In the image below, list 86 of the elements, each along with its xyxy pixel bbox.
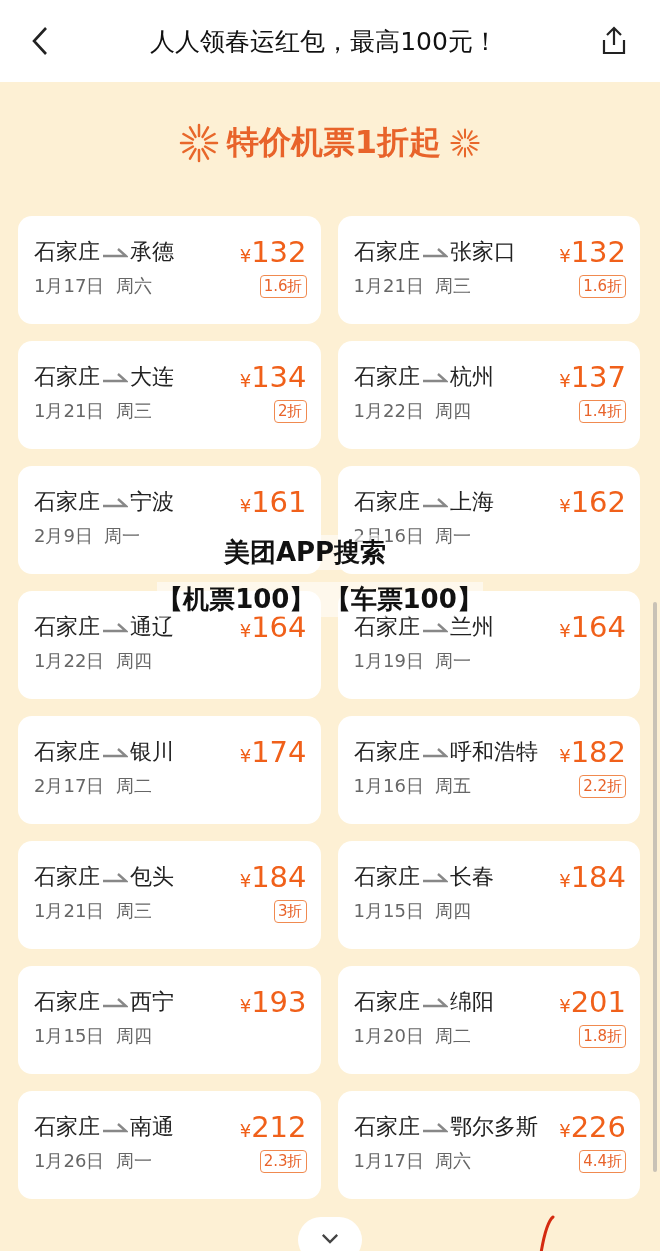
sparkle-icon: [178, 123, 219, 163]
origin-city: 石家庄: [34, 1113, 100, 1141]
flight-date: 1月17日 周六: [353, 1149, 472, 1173]
flight-date: 1月17日 周六: [34, 274, 152, 298]
origin-city: 石家庄: [34, 988, 100, 1016]
fare-card[interactable]: 石家庄 大连 ¥134 1月21日 周三 2折: [18, 341, 321, 449]
fare-card[interactable]: 石家庄 杭州 ¥137 1月22日 周四 1.4折: [337, 341, 640, 449]
destination-city: 银川: [130, 738, 174, 766]
fare-price: ¥164: [559, 610, 626, 644]
destination-city: 承德: [130, 238, 174, 266]
fare-price: ¥193: [239, 985, 307, 1019]
fare-price: ¥134: [239, 360, 307, 394]
fare-price: ¥174: [239, 735, 307, 769]
fare-card[interactable]: 石家庄 绵阳 ¥201 1月20日 周二 1.8折: [337, 966, 640, 1074]
destination-city: 绵阳: [449, 988, 494, 1016]
flight-date: 1月21日 周三: [34, 399, 152, 423]
origin-city: 石家庄: [353, 988, 420, 1016]
fare-card[interactable]: 石家庄 长春 ¥184 1月15日 周四: [337, 841, 640, 949]
destination-city: 张家口: [449, 238, 516, 266]
flight-date: 1月15日 周四: [34, 1024, 152, 1048]
discount-tag: 1.6折: [259, 274, 307, 298]
page-title: 人人领春运红包，最高100元！: [149, 25, 499, 58]
fare-card[interactable]: 石家庄 西宁 ¥193 1月15日 周四: [18, 966, 321, 1074]
fare-price: ¥132: [559, 235, 626, 269]
flight-date: 1月22日 周四: [34, 649, 152, 673]
origin-city: 石家庄: [353, 363, 420, 391]
flight-date: 1月20日 周二: [353, 1024, 472, 1048]
fare-card[interactable]: 石家庄 银川 ¥174 2月17日 周二: [18, 716, 321, 824]
fare-card[interactable]: 石家庄 张家口 ¥132 1月21日 周三 1.6折: [337, 216, 640, 324]
origin-city: 石家庄: [353, 738, 420, 766]
flight-date: 2月9日 周一: [34, 524, 141, 548]
destination-city: 西宁: [130, 988, 174, 1016]
fare-price: ¥162: [559, 485, 626, 519]
origin-city: 石家庄: [353, 488, 420, 516]
discount-tag: 2折: [273, 399, 307, 423]
fare-price: ¥226: [559, 1110, 626, 1144]
destination-city: 大连: [130, 363, 174, 391]
fare-price: ¥137: [559, 360, 626, 394]
destination-city: 宁波: [130, 488, 174, 516]
origin-city: 石家庄: [34, 238, 100, 266]
fare-card[interactable]: 石家庄 呼和浩特 ¥182 1月16日 周五 2.2折: [337, 716, 640, 824]
discount-tag: 1.6折: [579, 274, 626, 298]
destination-city: 上海: [449, 488, 494, 516]
origin-city: 石家庄: [34, 363, 100, 391]
fare-price: ¥184: [559, 860, 626, 894]
destination-city: 南通: [130, 1113, 174, 1141]
flight-date: 1月19日 周一: [353, 649, 472, 673]
origin-city: 石家庄: [34, 613, 100, 641]
origin-city: 石家庄: [34, 863, 100, 891]
fare-price: ¥201: [559, 985, 626, 1019]
flight-date: 1月16日 周五: [353, 774, 472, 798]
destination-city: 包头: [130, 863, 174, 891]
fare-price: ¥161: [239, 485, 307, 519]
discount-tag: 3折: [273, 899, 307, 923]
origin-city: 石家庄: [353, 863, 420, 891]
origin-city: 石家庄: [353, 1113, 420, 1141]
fare-card[interactable]: 石家庄 南通 ¥212 1月26日 周一 2.3折: [18, 1091, 321, 1199]
fare-card[interactable]: 石家庄 承德 ¥132 1月17日 周六 1.6折: [18, 216, 321, 324]
discount-tag: 2.3折: [259, 1149, 307, 1173]
destination-city: 鄂尔多斯: [449, 1113, 538, 1141]
fare-price: ¥182: [559, 735, 626, 769]
fare-card[interactable]: 石家庄 鄂尔多斯 ¥226 1月17日 周六 4.4折: [337, 1091, 640, 1199]
fare-price: ¥132: [239, 235, 307, 269]
flight-date: 2月17日 周二: [34, 774, 152, 798]
discount-tag: 1.4折: [579, 399, 626, 423]
flight-date: 1月22日 周四: [353, 399, 472, 423]
origin-city: 石家庄: [353, 238, 420, 266]
fare-card[interactable]: 石家庄 包头 ¥184 1月21日 周三 3折: [18, 841, 321, 949]
destination-city: 长春: [449, 863, 494, 891]
flight-date: 1月21日 周三: [34, 899, 152, 923]
discount-tag: 1.8折: [579, 1024, 626, 1048]
discount-tag: 4.4折: [579, 1149, 626, 1173]
banner-title: 特价机票1折起: [226, 122, 442, 163]
destination-city: 杭州: [449, 363, 494, 391]
fare-price: ¥212: [239, 1110, 307, 1144]
origin-city: 石家庄: [34, 488, 100, 516]
back-icon[interactable]: [30, 25, 50, 57]
destination-city: 呼和浩特: [449, 738, 538, 766]
flight-date: 1月26日 周一: [34, 1149, 152, 1173]
flight-date: 1月21日 周三: [353, 274, 472, 298]
chevron-down-icon: [321, 1233, 339, 1244]
sparkle-icon: [449, 127, 482, 159]
fare-price: ¥184: [239, 860, 307, 894]
origin-city: 石家庄: [34, 738, 100, 766]
discount-tag: 2.2折: [579, 774, 626, 798]
flight-date: 1月15日 周四: [353, 899, 472, 923]
